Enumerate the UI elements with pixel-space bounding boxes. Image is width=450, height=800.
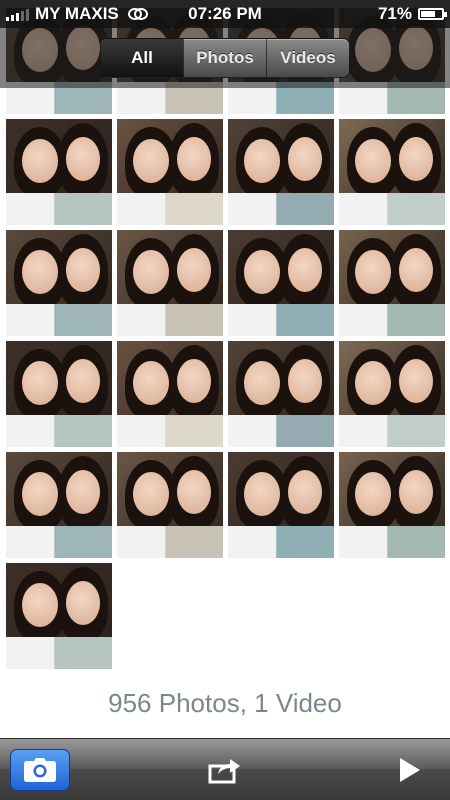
photo-thumbnail[interactable] [6,341,112,447]
share-button[interactable] [195,750,255,790]
photo-thumbnail[interactable] [228,119,334,225]
photo-thumbnail[interactable] [6,230,112,336]
photo-thumbnail[interactable] [228,341,334,447]
segment-videos[interactable]: Videos [266,39,349,77]
filter-segmented-control: All Photos Videos [100,38,350,78]
photo-thumbnail[interactable] [6,119,112,225]
status-bar: MY MAXIS 07:26 PM 71% [0,0,450,28]
camera-icon [24,757,56,782]
photo-thumbnail[interactable] [6,563,112,669]
play-slideshow-button[interactable] [380,750,440,790]
photo-thumbnail[interactable] [117,452,223,558]
photo-count-label: 956 Photos, 1 Video [108,688,342,718]
photo-thumbnail[interactable] [339,341,445,447]
segment-all[interactable]: All [101,39,183,77]
photo-thumbnail[interactable] [228,452,334,558]
photo-thumbnail[interactable] [117,230,223,336]
photo-thumbnail[interactable] [339,452,445,558]
top-navigation-bar: All Photos Videos [0,28,450,88]
bottom-toolbar [0,738,450,800]
photo-thumbnail[interactable] [339,230,445,336]
play-slideshow-icon [400,757,420,782]
signal-bars-icon [6,7,29,21]
photo-thumbnail[interactable] [228,230,334,336]
segment-photos[interactable]: Photos [183,39,266,77]
photo-thumbnail[interactable] [6,452,112,558]
share-icon [208,758,240,783]
photo-thumbnail[interactable] [117,119,223,225]
battery-icon [418,8,447,20]
battery-percentage: 71% [377,4,412,23]
carrier-name: MY MAXIS [35,4,119,23]
camera-button[interactable] [10,748,70,791]
photo-thumbnail[interactable] [339,119,445,225]
photo-thumbnail[interactable] [117,341,223,447]
sync-icon [127,8,148,20]
